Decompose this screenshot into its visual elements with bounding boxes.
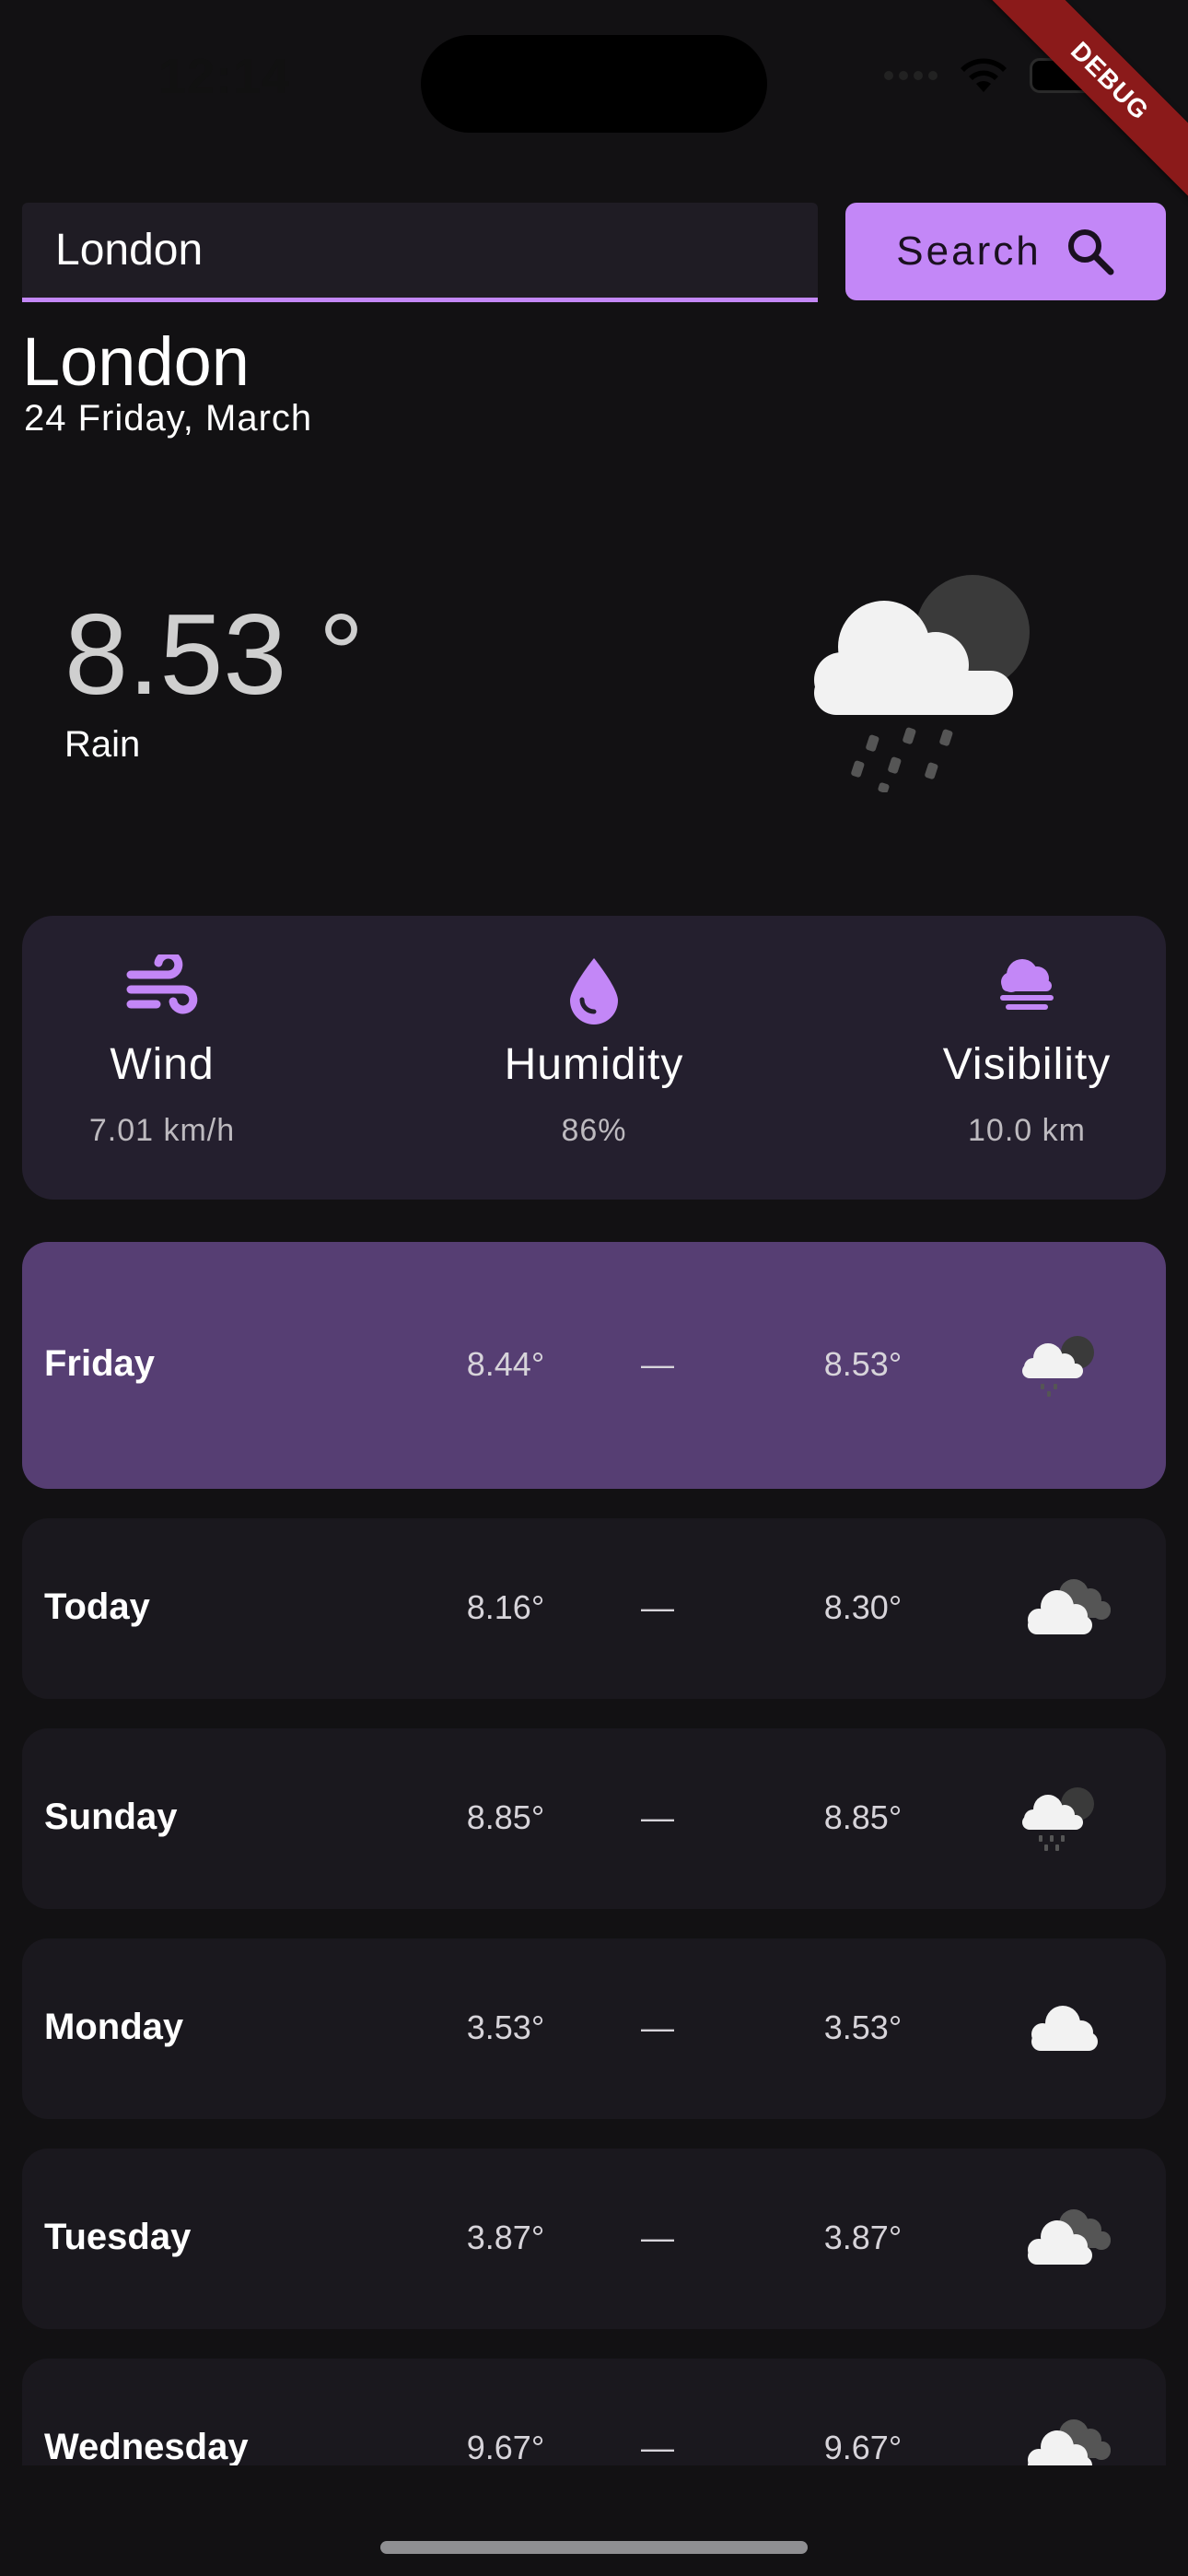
forecast-row-friday[interactable]: Friday 8.44° — 8.53°	[22, 1242, 1166, 1489]
water-drop-icon	[570, 958, 618, 1025]
stat-value: 10.0 km	[968, 1113, 1086, 1148]
forecast-min: 8.85°	[466, 1798, 545, 1836]
cloud-moon-rain-icon	[1022, 1787, 1094, 1851]
forecast-separator: —	[641, 1798, 674, 1836]
fog-cloud-icon	[1000, 959, 1054, 1010]
forecast-separator: —	[641, 1345, 674, 1383]
search-icon	[1067, 229, 1114, 275]
cloud-moon-rain-icon	[1022, 1336, 1094, 1397]
clouds-icon	[1028, 1579, 1111, 1634]
forecast-day: Wednesday	[44, 2427, 249, 2467]
forecast-min: 3.53°	[466, 2008, 545, 2046]
current-condition: Rain	[64, 724, 141, 765]
debug-banner: DEBUG	[984, 0, 1188, 207]
forecast-row-today[interactable]: Today 8.16° — 8.30°	[22, 1518, 1166, 1699]
status-time: 12:14	[158, 49, 291, 104]
cloud-icon	[1031, 2006, 1098, 2051]
forecast-max: 3.87°	[823, 2219, 903, 2256]
search-button-label: Search	[896, 228, 1042, 274]
forecast-max: 8.30°	[823, 1588, 903, 1626]
cloud-moon-rain-icon	[814, 575, 1030, 792]
stat-visibility: Visibility 10.0 km	[889, 916, 1165, 1200]
home-indicator[interactable]	[380, 2541, 808, 2554]
stat-label: Wind	[110, 1040, 215, 1089]
list-clip-area	[0, 2465, 1188, 2576]
forecast-min: 3.87°	[466, 2219, 545, 2256]
search-input[interactable]	[55, 203, 792, 298]
forecast-max: 8.53°	[823, 1345, 903, 1383]
city-date: 24 Friday, March	[24, 398, 313, 439]
forecast-separator: —	[641, 1588, 674, 1626]
stat-label: Visibility	[942, 1040, 1112, 1089]
current-temperature: 8.53 °	[64, 591, 365, 719]
forecast-day: Monday	[44, 2007, 184, 2047]
city-name: London	[22, 323, 250, 400]
dynamic-island	[421, 35, 767, 133]
forecast-separator: —	[641, 2008, 674, 2046]
forecast-day: Today	[44, 1587, 150, 1627]
forecast-min: 8.44°	[466, 1345, 545, 1383]
forecast-day: Sunday	[44, 1797, 178, 1837]
search-field[interactable]	[22, 203, 818, 302]
stat-humidity: Humidity 86%	[456, 916, 732, 1200]
forecast-min: 8.16°	[466, 1588, 545, 1626]
forecast-row-monday[interactable]: Monday 3.53° — 3.53°	[22, 1938, 1166, 2119]
weather-stats-card: Wind 7.01 km/h Humidity 86% Visibility 1…	[22, 916, 1166, 1200]
cellular-signal-icon	[884, 71, 938, 80]
forecast-min: 9.67°	[466, 2429, 545, 2466]
clouds-icon	[1028, 2209, 1111, 2265]
stat-label: Humidity	[504, 1040, 684, 1089]
stat-value: 7.01 km/h	[88, 1113, 236, 1148]
stat-value: 86%	[561, 1113, 627, 1148]
forecast-row-sunday[interactable]: Sunday 8.85° — 8.85°	[22, 1728, 1166, 1909]
wind-icon	[126, 954, 198, 1014]
forecast-separator: —	[641, 2429, 674, 2466]
wifi-icon	[961, 58, 1007, 92]
forecast-row-tuesday[interactable]: Tuesday 3.87° — 3.87°	[22, 2149, 1166, 2329]
stat-wind: Wind 7.01 km/h	[24, 916, 300, 1200]
forecast-day: Friday	[44, 1343, 156, 1384]
forecast-max: 8.85°	[823, 1798, 903, 1836]
forecast-max: 3.53°	[823, 2008, 903, 2046]
forecast-max: 9.67°	[823, 2429, 903, 2466]
weather-screen: 12:14 DEBUG Search London 24 Friday, Mar…	[0, 0, 1188, 2576]
forecast-separator: —	[641, 2219, 674, 2256]
forecast-day: Tuesday	[44, 2217, 192, 2257]
search-button[interactable]: Search	[845, 203, 1166, 300]
